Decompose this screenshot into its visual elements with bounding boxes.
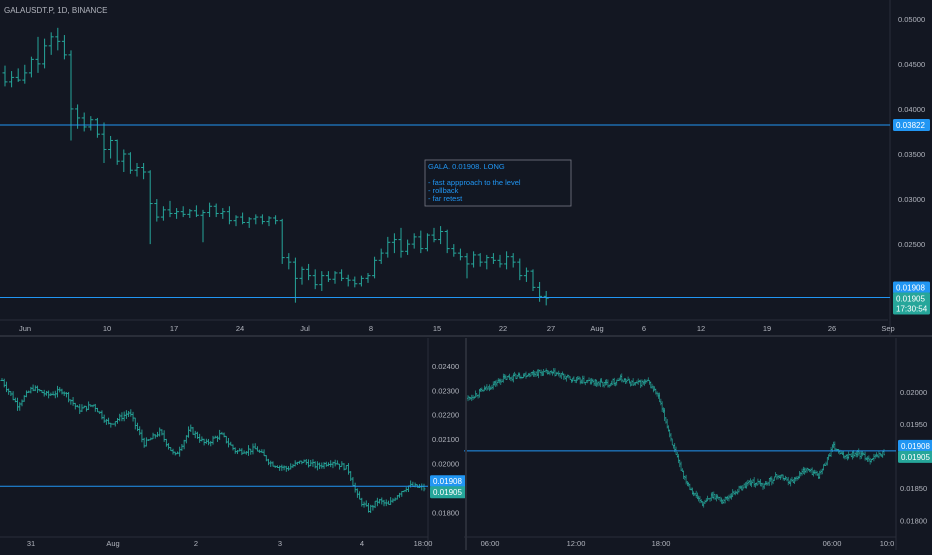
main-y-tick-label: 0.02500 — [898, 240, 925, 249]
sub-y-tick-label: 0.02200 — [432, 411, 459, 420]
sub-y-tick-label: 0.01800 — [432, 509, 459, 518]
sub-x-tick-label: 10:0 — [880, 539, 895, 548]
sub-y-tick-label: 0.01950 — [900, 420, 927, 429]
sub-x-tick-label: 18:00 — [414, 539, 433, 548]
sub-y-tick-label: 0.02000 — [900, 388, 927, 397]
sub-x-tick-label: 06:00 — [481, 539, 500, 548]
main-x-tick-label: Jul — [300, 324, 310, 333]
sub-x-tick-label: 4 — [360, 539, 364, 548]
main-x-tick-label: 12 — [697, 324, 705, 333]
price-tag-last: 0.01905 — [433, 488, 462, 497]
main-x-tick-label: 15 — [433, 324, 441, 333]
sub-x-tick-label: 06:00 — [823, 539, 842, 548]
price-tag-last: 0.01905 — [901, 453, 930, 462]
main-x-tick-label: 26 — [828, 324, 836, 333]
countdown-tag: 17:30:54 — [896, 304, 928, 313]
main-x-tick-label: Jun — [19, 324, 31, 333]
sub-y-tick-label: 0.02400 — [432, 362, 459, 371]
annotation-note[interactable]: GALA. 0.01908. LONG- fast appproach to t… — [424, 159, 572, 207]
main-x-tick-label: 17 — [170, 324, 178, 333]
annotation-line: - far retest — [428, 194, 463, 203]
main-y-tick-label: 0.04500 — [898, 60, 925, 69]
main-x-tick-label: 24 — [236, 324, 244, 333]
sub-y-tick-label: 0.01850 — [900, 484, 927, 493]
main-x-tick-label: Aug — [590, 324, 603, 333]
chart-canvas[interactable]: 0.05000 0.04500 0.04000 0.03500 0.03000 0.025… — [0, 0, 932, 550]
sub-y-tick-label: 0.02100 — [432, 435, 459, 444]
sub-x-tick-label: Aug — [106, 539, 119, 548]
sub-y-tick-label: 0.02300 — [432, 386, 459, 395]
main-x-tick-label: 19 — [763, 324, 771, 333]
main-y-tick-label: 0.03000 — [898, 195, 925, 204]
main-y-tick-label: 0.04000 — [898, 105, 925, 114]
sub-x-tick-label: 2 — [194, 539, 198, 548]
chart-layout: 0.05000 0.04500 0.04000 0.03500 0.03000 0.025… — [0, 0, 932, 550]
sub-y-tick-label: 0.01800 — [900, 516, 927, 525]
sub-x-tick-label: 18:00 — [652, 539, 671, 548]
main-x-tick-label: 22 — [499, 324, 507, 333]
main-x-tick-label: 10 — [103, 324, 111, 333]
price-tag-last: 0.01905 — [896, 294, 925, 303]
symbol-title: GALAUSDT.P, 1D, BINANCE — [4, 6, 107, 15]
price-tag-level: 0.01908 — [901, 442, 930, 451]
sub-x-tick-label: 12:00 — [567, 539, 586, 548]
sub-y-tick-label: 0.02000 — [432, 460, 459, 469]
price-tag-level: 0.01908 — [433, 477, 462, 486]
annotation-line: GALA. 0.01908. LONG — [428, 162, 505, 171]
main-x-tick-label: Sep — [881, 324, 894, 333]
main-y-tick-label: 0.03500 — [898, 150, 925, 159]
sub-x-tick-label: 3 — [278, 539, 282, 548]
main-y-tick-label: 0.05000 — [898, 15, 925, 24]
price-tag-level: 0.03822 — [896, 121, 925, 130]
main-x-tick-label: 27 — [547, 324, 555, 333]
main-x-tick-label: 6 — [642, 324, 646, 333]
main-x-tick-label: 8 — [369, 324, 373, 333]
price-tag-level: 0.01908 — [896, 283, 925, 292]
sub-x-tick-label: 31 — [27, 539, 35, 548]
